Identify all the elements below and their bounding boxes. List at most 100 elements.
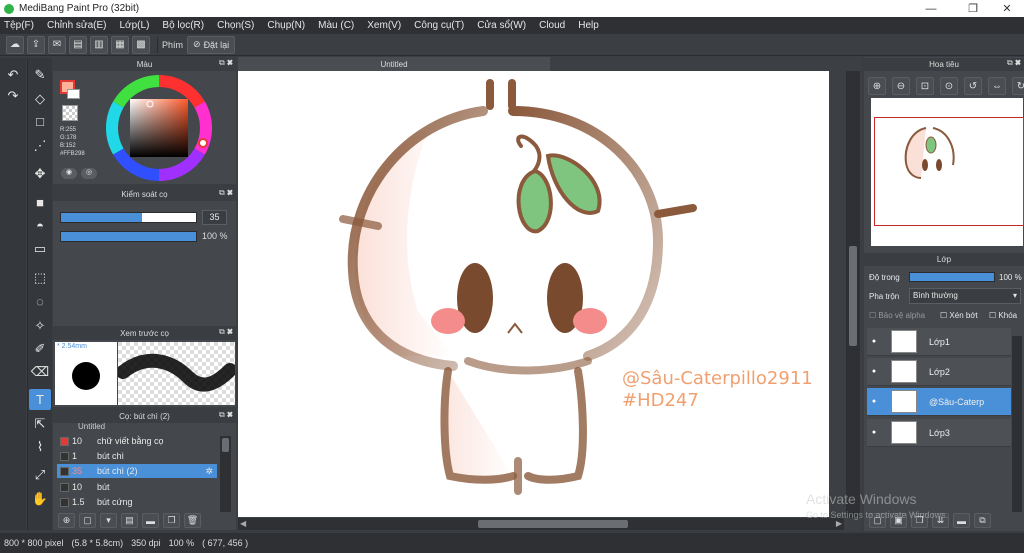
canvas[interactable]: @Sâu-Caterpillo2911 #HD247 bbox=[238, 71, 829, 517]
brush-list-item[interactable]: 35 bút chì (2) ✲ bbox=[57, 464, 217, 478]
share-icon[interactable]: ⇪ bbox=[27, 35, 45, 54]
hand-tool-icon[interactable]: ✋ bbox=[29, 488, 51, 509]
brush-delete-icon[interactable]: 🗑 bbox=[184, 513, 201, 528]
brush-list-item[interactable]: 1 bút chì bbox=[57, 449, 217, 463]
menu-filter[interactable]: Bộ lọc(R) bbox=[162, 20, 204, 31]
panel-controls[interactable]: ⧉ ✖ bbox=[219, 188, 233, 198]
gear-icon[interactable]: ✲ bbox=[205, 466, 213, 477]
menu-cloud[interactable]: Cloud bbox=[539, 20, 565, 31]
brush-size-value[interactable]: 35 bbox=[202, 210, 227, 225]
rotate-left-icon[interactable]: ↺ bbox=[964, 77, 982, 95]
panel-controls[interactable]: ⧉ ✖ bbox=[219, 410, 233, 420]
visibility-icon[interactable]: ● bbox=[867, 368, 881, 375]
move-tool-icon[interactable]: ✥ bbox=[29, 163, 51, 184]
menu-color[interactable]: Màu (C) bbox=[318, 20, 354, 31]
page-icon[interactable]: ▥ bbox=[90, 35, 108, 54]
eraser-tool-icon[interactable]: ◇ bbox=[29, 88, 51, 109]
cloud-icon[interactable]: ☁ bbox=[6, 35, 24, 54]
canvas-tab[interactable]: Untitled bbox=[238, 57, 550, 71]
layer-opacity-slider[interactable] bbox=[909, 272, 995, 282]
zoom-in-icon[interactable]: ⊕ bbox=[868, 77, 886, 95]
menu-select[interactable]: Chọn(S) bbox=[217, 20, 254, 31]
menu-layer[interactable]: Lớp(L) bbox=[120, 20, 150, 31]
brush-folder-icon[interactable]: ▬ bbox=[142, 513, 159, 528]
rect-tool-icon[interactable]: □ bbox=[29, 111, 51, 132]
brush-list-scrollbar[interactable] bbox=[220, 436, 231, 512]
panel-controls[interactable]: ⧉ ✖ bbox=[219, 327, 233, 337]
menu-window[interactable]: Cửa sổ(W) bbox=[477, 20, 526, 31]
doc-icon[interactable]: ▤ bbox=[69, 35, 87, 54]
redo-icon[interactable]: ↷ bbox=[2, 85, 24, 106]
menu-tools[interactable]: Công cụ(T) bbox=[414, 20, 464, 31]
layers-scrollbar[interactable] bbox=[1012, 336, 1022, 512]
horizontal-scroll-thumb[interactable] bbox=[478, 520, 628, 528]
brush-size-slider[interactable] bbox=[60, 212, 197, 223]
menu-view[interactable]: Xem(V) bbox=[367, 20, 401, 31]
brush-list-item[interactable]: 1.5 bút cứng bbox=[57, 495, 217, 509]
flip-icon[interactable]: ⇔ bbox=[988, 77, 1006, 95]
lock-checkbox[interactable]: ☐ Khóa bbox=[989, 311, 1017, 320]
select-eraser-icon[interactable]: ⌫ bbox=[29, 361, 51, 382]
operation-tool-icon[interactable]: ⇱ bbox=[29, 413, 51, 434]
panel-controls[interactable]: ⧉ ✖ bbox=[219, 58, 233, 68]
text-tool-icon[interactable]: T bbox=[29, 389, 51, 410]
protect-alpha-checkbox[interactable]: ☐ Bảo vệ alpha bbox=[869, 311, 925, 320]
menu-file[interactable]: Tệp(F) bbox=[4, 20, 34, 31]
background-color-swatch[interactable] bbox=[67, 89, 80, 99]
vertical-scrollbar[interactable] bbox=[846, 71, 860, 518]
visibility-icon[interactable]: ● bbox=[867, 338, 881, 345]
scroll-left-icon[interactable]: ◀ bbox=[240, 519, 246, 528]
color-wheel[interactable] bbox=[105, 74, 213, 182]
navigator-thumbnail[interactable] bbox=[871, 98, 1024, 246]
brush-list-scroll-thumb[interactable] bbox=[222, 438, 229, 452]
menu-edit[interactable]: Chỉnh sửa(E) bbox=[47, 20, 107, 31]
clipping-checkbox[interactable]: ☐ Xén bớt bbox=[940, 311, 978, 320]
grid-icon[interactable]: ▦ bbox=[111, 35, 129, 54]
rotate-right-icon[interactable]: ↻ bbox=[1012, 77, 1024, 95]
visibility-icon[interactable]: ● bbox=[867, 429, 881, 436]
brush-duplicate-icon[interactable]: ❐ bbox=[163, 513, 180, 528]
blend-mode-select[interactable]: Bình thường ▾ bbox=[909, 288, 1021, 304]
close-button[interactable]: ✕ bbox=[990, 0, 1024, 17]
magic-wand-icon[interactable]: ✧ bbox=[29, 315, 51, 336]
bucket-tool-icon[interactable]: ◓ bbox=[29, 215, 51, 236]
minimize-button[interactable]: — bbox=[914, 0, 948, 17]
fill-rect-tool-icon[interactable]: ■ bbox=[29, 192, 51, 213]
lasso-tool-icon[interactable]: ◌ bbox=[29, 291, 51, 312]
eyedropper-tool-icon[interactable]: ⌇ bbox=[29, 436, 51, 457]
brush-list-item[interactable]: 10 bút bbox=[57, 480, 217, 494]
new-brush-icon[interactable]: ▢ bbox=[79, 513, 96, 528]
layer-row[interactable]: ● Lớp3 bbox=[867, 419, 1011, 447]
layer-row[interactable]: ● @Sâu-Caterp bbox=[867, 388, 1011, 416]
layer-row[interactable]: ● Lớp2 bbox=[867, 358, 1011, 386]
menu-capture[interactable]: Chụp(N) bbox=[267, 20, 305, 31]
layer-folder-icon[interactable]: ▬ bbox=[953, 513, 970, 528]
horizontal-scrollbar[interactable]: ◀ ▶ bbox=[238, 518, 844, 530]
dot-tool-icon[interactable]: ⋰ bbox=[29, 135, 51, 156]
add-brush-icon[interactable]: ⊕ bbox=[58, 513, 75, 528]
gradient-tool-icon[interactable]: ▭ bbox=[29, 238, 51, 259]
restore-button[interactable]: ❐ bbox=[956, 0, 990, 17]
zoom-out-icon[interactable]: ⊖ bbox=[892, 77, 910, 95]
eyedrop-icon[interactable]: ◎ bbox=[81, 168, 97, 179]
visibility-icon[interactable]: ● bbox=[867, 398, 881, 405]
select-tool-icon[interactable]: ⬚ bbox=[29, 267, 51, 288]
panel-controls[interactable]: ⧉ ✖ bbox=[1007, 58, 1021, 68]
menu-help[interactable]: Help bbox=[578, 20, 599, 31]
undo-icon[interactable]: ↶ bbox=[2, 64, 24, 85]
comment-icon[interactable]: ✉ bbox=[48, 35, 66, 54]
brush-opacity-slider[interactable] bbox=[60, 231, 197, 242]
scroll-right-icon[interactable]: ▶ bbox=[836, 519, 842, 528]
reset-button[interactable]: ⊘ Đặt lại bbox=[187, 35, 236, 54]
vertical-scroll-thumb[interactable] bbox=[849, 246, 857, 346]
zoom-actual-icon[interactable]: ⊙ bbox=[940, 77, 958, 95]
duplicate-layer-icon[interactable]: ⧉ bbox=[974, 513, 991, 528]
grid2-icon[interactable]: ▩ bbox=[132, 35, 150, 54]
select-pen-icon[interactable]: ✐ bbox=[29, 338, 51, 359]
brush-menu-icon[interactable]: ▾ bbox=[100, 513, 117, 528]
brush-list-item[interactable]: 10 chữ viết bằng cọ bbox=[57, 434, 217, 448]
palette-icon[interactable]: ◉ bbox=[61, 168, 77, 179]
divide-tool-icon[interactable]: ⤢ bbox=[29, 464, 51, 485]
transparent-color-swatch[interactable] bbox=[62, 105, 78, 121]
brush-copy-icon[interactable]: ▤ bbox=[121, 513, 138, 528]
